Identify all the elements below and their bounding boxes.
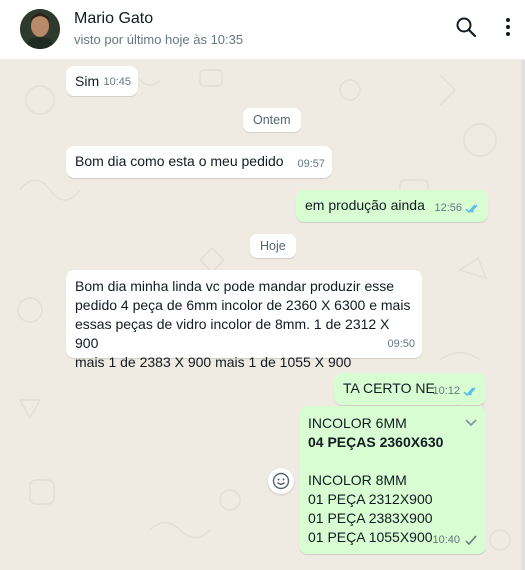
chat-header: Mario Gato visto por último hoje às 10:3… <box>0 0 525 60</box>
message-meta: 09:57 <box>297 155 325 174</box>
message-text: em produção ainda <box>305 197 425 213</box>
avatar[interactable] <box>20 9 60 49</box>
menu-icon[interactable] <box>505 16 525 42</box>
delivered-tick-icon <box>465 535 477 546</box>
message-line: 04 PEÇAS 2360X630 <box>308 434 444 450</box>
emoji-reaction-button[interactable] <box>268 468 294 494</box>
last-seen-status: visto por último hoje às 10:35 <box>74 32 244 47</box>
message-time: 09:50 <box>387 338 415 350</box>
scrollbar[interactable] <box>521 60 525 570</box>
message-incoming[interactable]: Sim 10:45 <box>66 66 138 96</box>
message-meta: 09:50 <box>387 335 415 354</box>
message-line: INCOLOR 6MM <box>308 415 407 431</box>
message-text: Bom dia como esta o meu pedido <box>75 153 284 169</box>
emoji-icon <box>272 472 290 490</box>
search-icon[interactable] <box>455 16 481 42</box>
message-line: INCOLOR 8MM <box>308 472 407 488</box>
message-text: Bom dia minha linda vc pode mandar produ… <box>75 278 411 370</box>
chevron-down-icon[interactable] <box>464 415 478 429</box>
message-time: 09:57 <box>297 158 325 170</box>
message-outgoing[interactable]: INCOLOR 6MM 04 PEÇAS 2360X630 INCOLOR 8M… <box>299 406 486 554</box>
message-incoming[interactable]: Bom dia como esta o meu pedido 09:57 <box>66 146 332 178</box>
date-chip-ontem: Ontem <box>243 108 301 132</box>
message-meta: 10:12 <box>432 382 479 401</box>
date-chip-hoje: Hoje <box>250 234 296 258</box>
message-line: 01 PEÇA 2312X900 <box>308 491 433 507</box>
chat-area[interactable]: Sim 10:45 Ontem Bom dia como esta o meu … <box>0 60 525 570</box>
contact-name[interactable]: Mario Gato <box>74 10 153 28</box>
message-outgoing[interactable]: em produção ainda 12:56 <box>296 190 488 222</box>
message-incoming[interactable]: Bom dia minha linda vc pode mandar produ… <box>66 270 422 370</box>
message-text: TA CERTO NE <box>343 380 435 396</box>
message-time: 10:40 <box>432 534 460 546</box>
message-text: Sim <box>75 73 100 89</box>
message-meta: 12:56 <box>434 199 481 218</box>
message-meta: 10:40 <box>432 531 479 550</box>
message-time: 12:56 <box>434 202 462 214</box>
message-outgoing[interactable]: TA CERTO NE 10:12 <box>334 373 486 405</box>
message-line: 01 PEÇA 2383X900 <box>308 510 433 526</box>
read-receipt-icon <box>463 387 476 397</box>
message-meta: 10:45 <box>103 73 131 92</box>
read-receipt-icon <box>465 204 478 214</box>
message-time: 10:45 <box>103 76 131 88</box>
message-time: 10:12 <box>432 385 460 397</box>
